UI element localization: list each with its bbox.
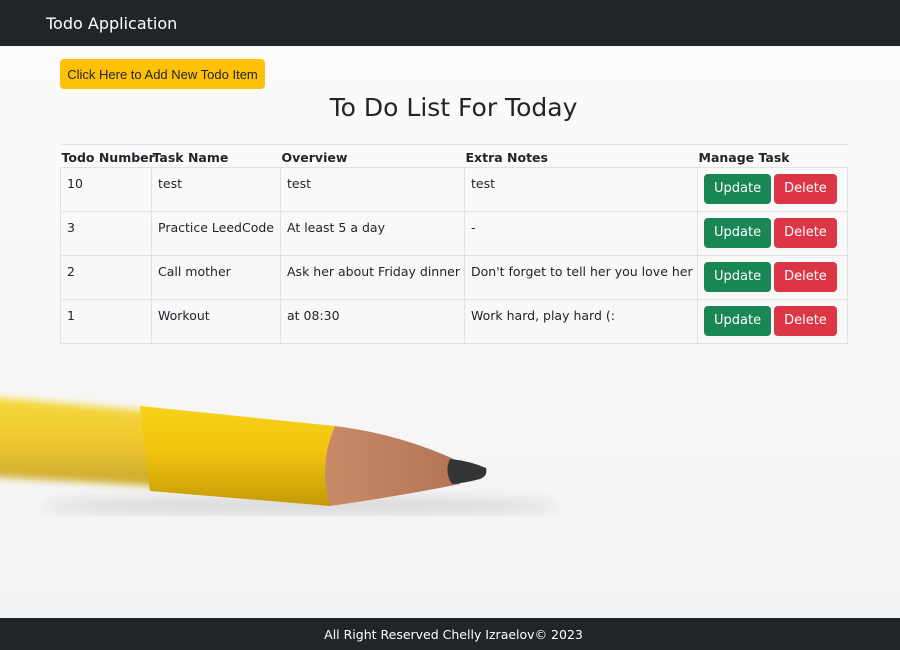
manage-task-cell: Update Delete: [697, 167, 848, 212]
extra-notes-cell: Work hard, play hard (:: [464, 299, 698, 344]
todo-number-cell: 1: [60, 299, 152, 344]
table-header-row: Todo Number Task Name Overview Extra Not…: [60, 144, 848, 168]
delete-button[interactable]: Delete: [774, 306, 837, 336]
extra-notes-cell: Don't forget to tell her you love her: [464, 255, 698, 300]
manage-task-cell: Update Delete: [697, 299, 848, 344]
delete-button[interactable]: Delete: [774, 262, 837, 292]
header-todo-number: Todo Number: [60, 144, 155, 168]
table-row: 2 Call mother Ask her about Friday dinne…: [60, 255, 848, 300]
table-row: 1 Workout at 08:30 Work hard, play hard …: [60, 299, 848, 344]
update-button[interactable]: Update: [704, 262, 772, 292]
manage-task-cell: Update Delete: [697, 255, 848, 300]
overview-cell: test: [280, 167, 465, 212]
update-button[interactable]: Update: [704, 306, 772, 336]
todo-table: Todo Number Task Name Overview Extra Not…: [60, 144, 848, 344]
overview-cell: At least 5 a day: [280, 211, 465, 256]
todo-number-cell: 2: [60, 255, 152, 300]
header-manage-task: Manage Task: [697, 144, 848, 168]
add-todo-button[interactable]: Click Here to Add New Todo Item: [60, 59, 265, 89]
table-row: 10 test test test Update Delete: [60, 167, 848, 212]
task-name-cell: test: [151, 167, 281, 212]
extra-notes-cell: test: [464, 167, 698, 212]
overview-cell: at 08:30: [280, 299, 465, 344]
header-task-name: Task Name: [151, 144, 281, 168]
table-row: 3 Practice LeedCode At least 5 a day - U…: [60, 211, 848, 256]
footer: All Right Reserved Chelly Izraelov© 2023: [0, 618, 900, 650]
task-name-cell: Workout: [151, 299, 281, 344]
extra-notes-cell: -: [464, 211, 698, 256]
main-content: Click Here to Add New Todo Item To Do Li…: [0, 46, 900, 618]
task-name-cell: Call mother: [151, 255, 281, 300]
delete-button[interactable]: Delete: [774, 174, 837, 204]
update-button[interactable]: Update: [704, 218, 772, 248]
navbar-brand[interactable]: Todo Application: [46, 14, 177, 33]
footer-copyright: All Right Reserved Chelly Izraelov© 2023: [324, 626, 583, 642]
delete-button[interactable]: Delete: [774, 218, 837, 248]
pencil-background-image: [0, 397, 560, 516]
update-button[interactable]: Update: [704, 174, 772, 204]
page-title: To Do List For Today: [329, 93, 578, 122]
todo-number-cell: 10: [60, 167, 152, 212]
task-name-cell: Practice LeedCode: [151, 211, 281, 256]
todo-number-cell: 3: [60, 211, 152, 256]
navbar: Todo Application: [0, 0, 900, 46]
header-extra-notes: Extra Notes: [464, 144, 698, 168]
manage-task-cell: Update Delete: [697, 211, 848, 256]
header-overview: Overview: [280, 144, 465, 168]
overview-cell: Ask her about Friday dinner: [280, 255, 465, 300]
